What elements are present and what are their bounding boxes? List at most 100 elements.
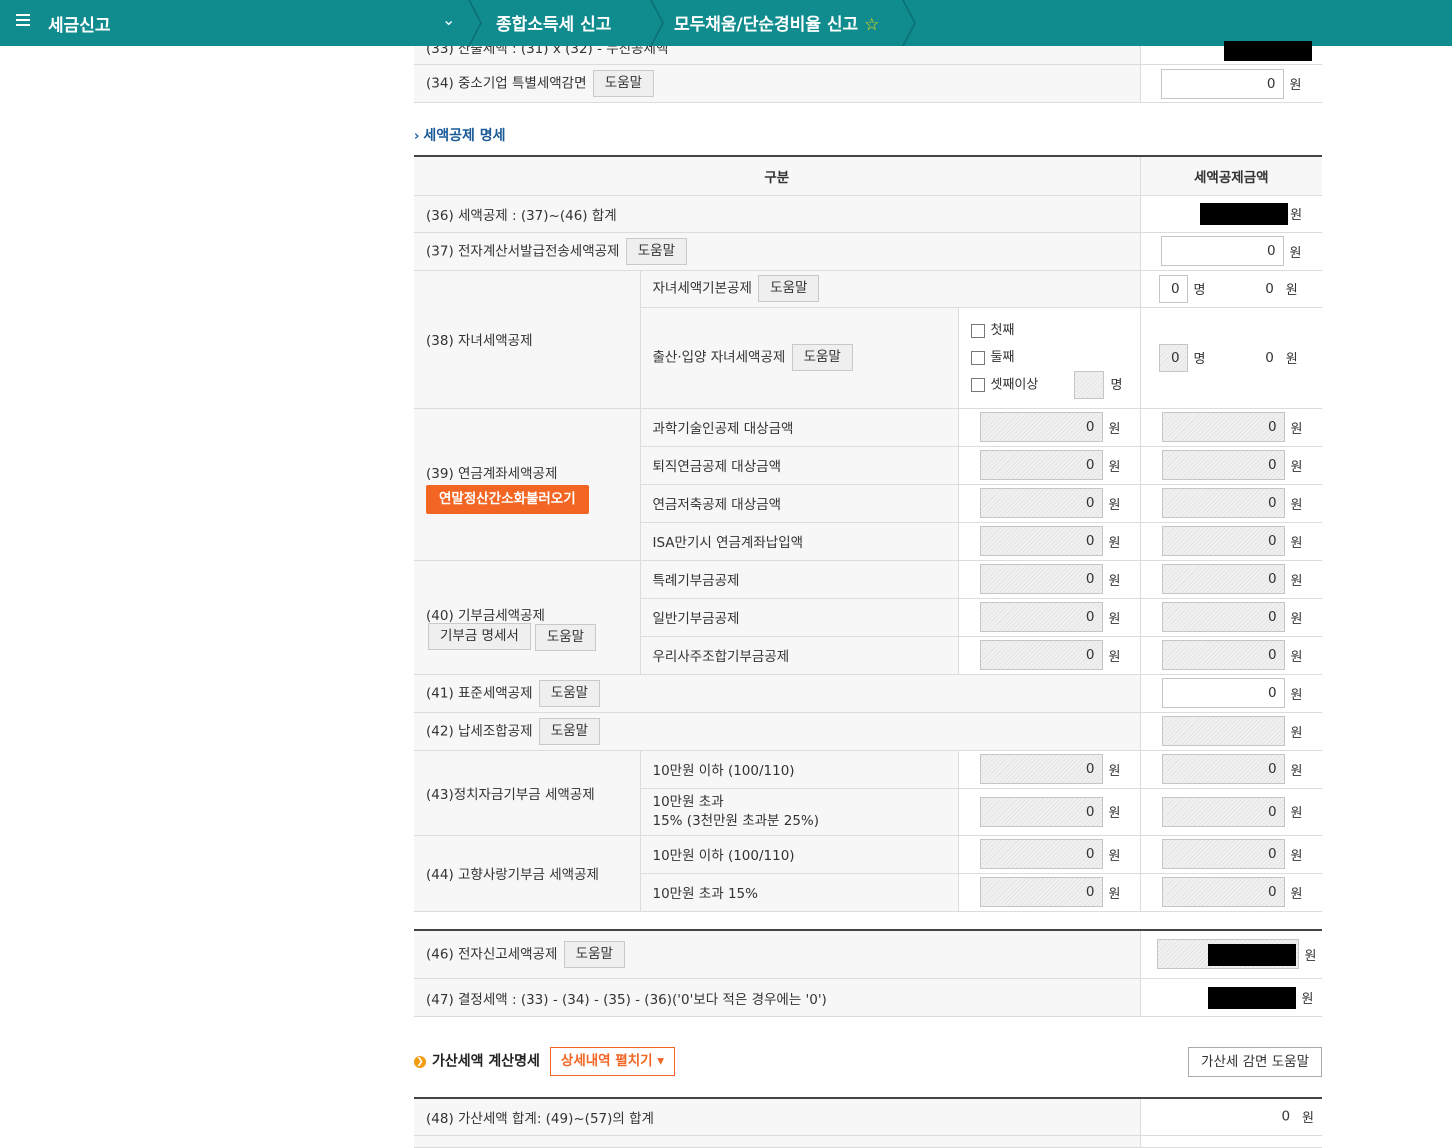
row-39b-target-input[interactable]: 0 (979, 450, 1103, 480)
birth-count-input[interactable]: 0 (1158, 343, 1188, 372)
row-36-label: (36) 세액공제 : (37)~(46) 합계 (414, 195, 1141, 233)
breadcrumb-separator-icon (650, 0, 664, 47)
help-button[interactable]: 도움말 (538, 717, 601, 745)
row-39c-target-input[interactable]: 0 (979, 488, 1103, 518)
row-39c-label: 연금저축공제 대상금액 (639, 484, 958, 523)
won-unit: 원 (1290, 208, 1303, 223)
row-37-input[interactable]: 0 (1160, 236, 1284, 266)
child-credit-amount: 0 (1265, 280, 1274, 297)
row-43b-target-input[interactable]: 0 (979, 796, 1103, 827)
chevron-down-icon[interactable]: ⌄ (442, 10, 455, 29)
row-39a-label: 과학기술인공제 대상금액 (639, 408, 958, 447)
checkbox-third-child[interactable]: 셋째이상 명 (970, 371, 1128, 399)
checkbox-label: 첫째 (990, 323, 1015, 338)
help-button[interactable]: 도움말 (563, 940, 625, 968)
row-43a-credit-input[interactable]: 0 (1161, 754, 1285, 784)
checkbox-icon[interactable] (970, 350, 985, 365)
won-unit: 원 (1108, 886, 1121, 902)
row-37-label: (37) 전자계산서발급전송세액공제 (426, 243, 620, 259)
person-unit: 명 (1193, 283, 1206, 298)
row-39a-target-input[interactable]: 0 (979, 412, 1103, 442)
won-unit: 원 (1290, 649, 1303, 665)
year-end-import-button[interactable]: 연말정산간소화불러오기 (426, 485, 589, 514)
help-button[interactable]: 도움말 (592, 70, 655, 97)
row-42-input[interactable] (1161, 716, 1285, 746)
row-43a-target-input[interactable]: 0 (979, 754, 1103, 784)
won-unit: 원 (1301, 992, 1314, 1007)
additional-tax-table: (48) 가산세액 합계: (49)~(57)의 합계 0원 (414, 1097, 1322, 1148)
checkbox-first-child[interactable]: 첫째 (970, 317, 1128, 344)
child-count-input[interactable]: 0 (1158, 274, 1188, 303)
additional-tax-header: ❯ 가산세액 계산명세 상세내역 펼치기 ▾ 가산세 감면 도움말 (414, 1047, 1322, 1097)
arrow-circle-icon: ❯ (414, 1055, 426, 1068)
person-unit: 명 (1110, 378, 1123, 393)
won-unit: 원 (1290, 497, 1303, 513)
row-40c-target-input[interactable]: 0 (979, 640, 1103, 670)
row-40-label: (40) 기부금세액공제 (426, 607, 545, 624)
penalty-reduction-help-button[interactable]: 가산세 감면 도움말 (1188, 1047, 1322, 1077)
row-40b-target-input[interactable]: 0 (979, 602, 1103, 632)
section-title-text: 세액공제 명세 (423, 128, 506, 144)
donation-statement-button[interactable]: 기부금 명세서 (428, 623, 531, 650)
won-unit: 원 (1290, 886, 1303, 902)
row-38a-label: 자녀세액기본공제 (652, 280, 752, 297)
row-44-label: (44) 고향사랑기부금 세액공제 (414, 835, 640, 912)
row-46-input[interactable] (1156, 939, 1299, 970)
row-40a-label: 특례기부금공제 (639, 560, 958, 599)
row-39c-credit-input[interactable]: 0 (1161, 488, 1285, 518)
won-unit: 원 (1108, 763, 1121, 779)
person-unit: 명 (1193, 352, 1206, 367)
favorite-star-icon[interactable]: ☆ (864, 15, 879, 35)
third-child-count-input[interactable] (1074, 371, 1105, 399)
row-44a-credit-input[interactable]: 0 (1161, 839, 1285, 869)
row-40b-credit-input[interactable]: 0 (1161, 602, 1285, 632)
row-43b-label-line2: 15% (3천만원 초과분 25%) (652, 812, 820, 829)
help-button[interactable]: 도움말 (625, 237, 688, 265)
won-unit: 원 (1289, 78, 1302, 93)
won-unit: 원 (1108, 611, 1121, 627)
row-42-label: (42) 납세조합공제 (426, 723, 533, 739)
won-unit: 원 (1108, 573, 1121, 589)
won-unit: 원 (1290, 763, 1303, 779)
help-button[interactable]: 도움말 (538, 679, 601, 707)
won-unit: 원 (1108, 421, 1121, 437)
hamburger-menu-icon[interactable] (16, 14, 30, 28)
row-44b-credit-input[interactable]: 0 (1161, 877, 1285, 907)
redacted-value (1207, 944, 1296, 967)
redacted-value (1200, 202, 1289, 225)
row-40a-credit-input[interactable]: 0 (1161, 564, 1285, 594)
checkbox-icon[interactable] (970, 378, 985, 392)
row-48-label: (48) 가산세액 합계: (49)~(57)의 합계 (414, 1098, 1140, 1136)
won-unit: 원 (1285, 352, 1298, 367)
checkbox-label: 셋째이상 (990, 377, 1039, 393)
decided-tax-table: (46) 전자신고세액공제 도움말 원 (47) 결정세액 : (33) - (… (414, 928, 1322, 1017)
won-unit: 원 (1304, 948, 1317, 964)
row-39b-credit-input[interactable]: 0 (1161, 450, 1285, 480)
won-unit: 원 (1290, 611, 1303, 627)
row-39d-credit-input[interactable]: 0 (1161, 526, 1285, 556)
row-40c-credit-input[interactable]: 0 (1161, 640, 1285, 670)
app-title[interactable]: 세금신고 (48, 11, 111, 36)
row-44a-target-input[interactable]: 0 (979, 839, 1103, 869)
row-43b-credit-input[interactable]: 0 (1161, 796, 1285, 827)
expand-details-button[interactable]: 상세내역 펼치기 ▾ (549, 1047, 676, 1076)
checkbox-second-child[interactable]: 둘째 (970, 344, 1128, 371)
help-button[interactable]: 도움말 (791, 344, 853, 371)
won-unit: 원 (1108, 806, 1121, 821)
row-39a-credit-input[interactable]: 0 (1161, 412, 1285, 442)
help-button[interactable]: 도움말 (758, 275, 820, 302)
row-43-label: (43)정치자금기부금 세액공제 (414, 750, 640, 836)
row-34-input[interactable]: 0 (1160, 68, 1284, 99)
row-39d-target-input[interactable]: 0 (979, 526, 1103, 556)
row-41-input[interactable]: 0 (1161, 678, 1285, 708)
breadcrumb-income-tax[interactable]: 종합소득세 신고 (496, 10, 611, 35)
help-button[interactable]: 도움말 (534, 623, 597, 651)
won-unit: 원 (1108, 497, 1121, 513)
additional-tax-title: 가산세액 계산명세 (432, 1053, 540, 1070)
row-40a-target-input[interactable]: 0 (979, 564, 1103, 594)
checkbox-icon[interactable] (970, 323, 985, 338)
row-44b-target-input[interactable]: 0 (979, 877, 1103, 907)
breadcrumb-current-page[interactable]: 모두채움/단순경비율 신고 ☆ (674, 10, 879, 35)
row-34-label: (34) 중소기업 특별세액감면 (426, 75, 587, 92)
row-38b-label: 출산·입양 자녀세액공제 (652, 349, 786, 366)
